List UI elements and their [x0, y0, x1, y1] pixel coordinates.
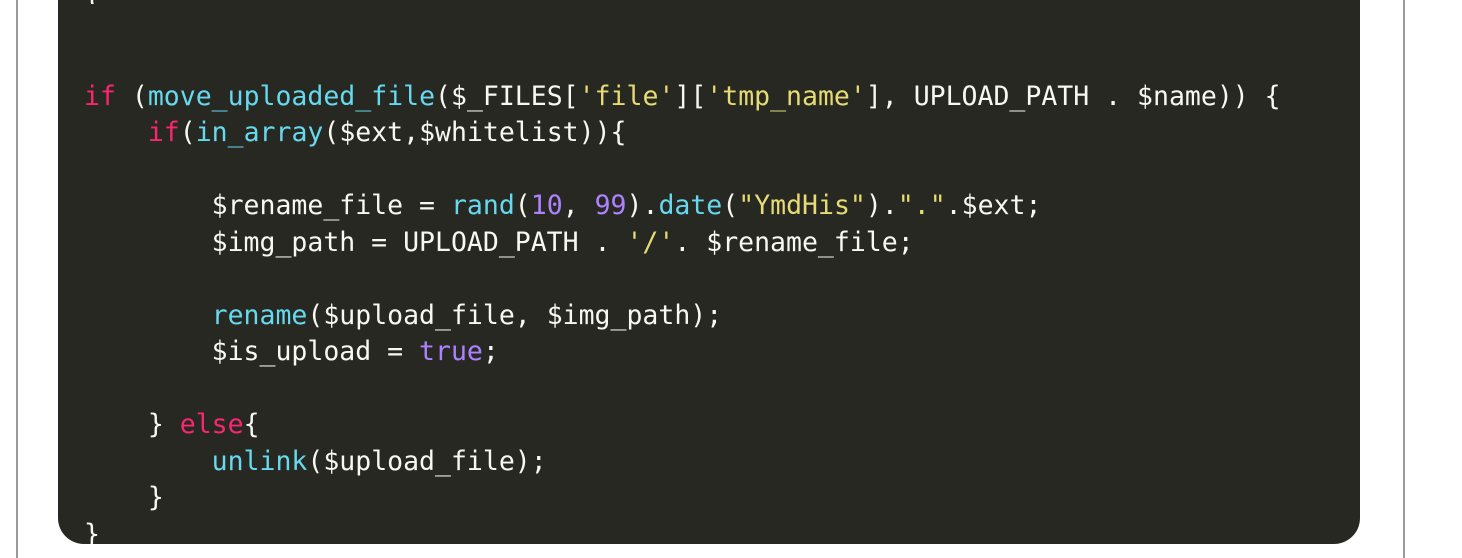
- code-token: 10: [530, 190, 563, 221]
- code-block: } if (move_uploaded_file($_FILES['file']…: [58, 0, 1360, 544]
- code-token: (: [115, 80, 148, 112]
- code-token: "YmdHis": [738, 190, 866, 221]
- code-line: if (move_uploaded_file($_FILES['file']['…: [84, 79, 1281, 116]
- code-token: ).: [626, 190, 659, 221]
- code-line: } else{: [84, 407, 1281, 444]
- code-token: rand: [450, 190, 515, 221]
- code-token: (: [514, 190, 531, 221]
- code-token: . $rename_file;: [674, 226, 914, 258]
- code-token: ,: [562, 190, 595, 221]
- code-token: 'tmp_name': [706, 80, 866, 112]
- code-token: date: [658, 190, 723, 221]
- code-token: ][: [674, 80, 707, 112]
- code-token: (: [722, 190, 739, 221]
- code-token: rename: [211, 299, 308, 331]
- code-token: }: [84, 518, 100, 545]
- code-line: $rename_file = rand(10, 99).date("YmdHis…: [84, 188, 1281, 225]
- code-token: if: [84, 80, 116, 112]
- code-token: ($_FILES[: [435, 80, 579, 112]
- code-token: $img_path = UPLOAD_PATH .: [84, 226, 627, 258]
- code-token: ($upload_file, $img_path);: [307, 299, 723, 331]
- code-line: rename($upload_file, $img_path);: [84, 298, 1281, 335]
- code-token: ;: [482, 336, 499, 367]
- code-line: }: [84, 480, 1281, 517]
- code-token: unlink: [211, 445, 308, 477]
- code-line: }: [84, 517, 1281, 545]
- code-token: ".": [897, 190, 946, 221]
- code-token: ($ext,$whitelist)){: [323, 117, 627, 148]
- code-token: 'file': [578, 80, 675, 112]
- code-token: else: [179, 409, 244, 440]
- code-token: ], UPLOAD_PATH . $name)) {: [865, 80, 1281, 112]
- code-token: $rename_file =: [84, 190, 451, 221]
- code-token: $is_upload =: [84, 336, 420, 367]
- code-content: if (move_uploaded_file($_FILES['file']['…: [84, 42, 1281, 545]
- code-token: ).: [865, 190, 898, 221]
- code-line: if(in_array($ext,$whitelist)){: [84, 115, 1281, 152]
- code-token: {: [243, 409, 260, 440]
- code-token: .$ext;: [945, 190, 1042, 221]
- code-token: ($upload_file);: [307, 445, 547, 477]
- code-token: 99: [594, 190, 627, 221]
- code-token: (: [179, 117, 196, 148]
- code-token: }: [84, 482, 164, 513]
- code-token: move_uploaded_file: [147, 80, 436, 112]
- code-token: if: [147, 117, 180, 148]
- code-line-partial: }: [84, 0, 100, 4]
- code-token: true: [419, 336, 483, 367]
- code-token: '/': [626, 226, 675, 258]
- code-line: $img_path = UPLOAD_PATH . '/'. $rename_f…: [84, 225, 1281, 262]
- code-token: in_array: [195, 117, 324, 148]
- code-line: $is_upload = true;: [84, 334, 1281, 371]
- code-line: unlink($upload_file);: [84, 444, 1281, 481]
- code-token: }: [84, 409, 180, 440]
